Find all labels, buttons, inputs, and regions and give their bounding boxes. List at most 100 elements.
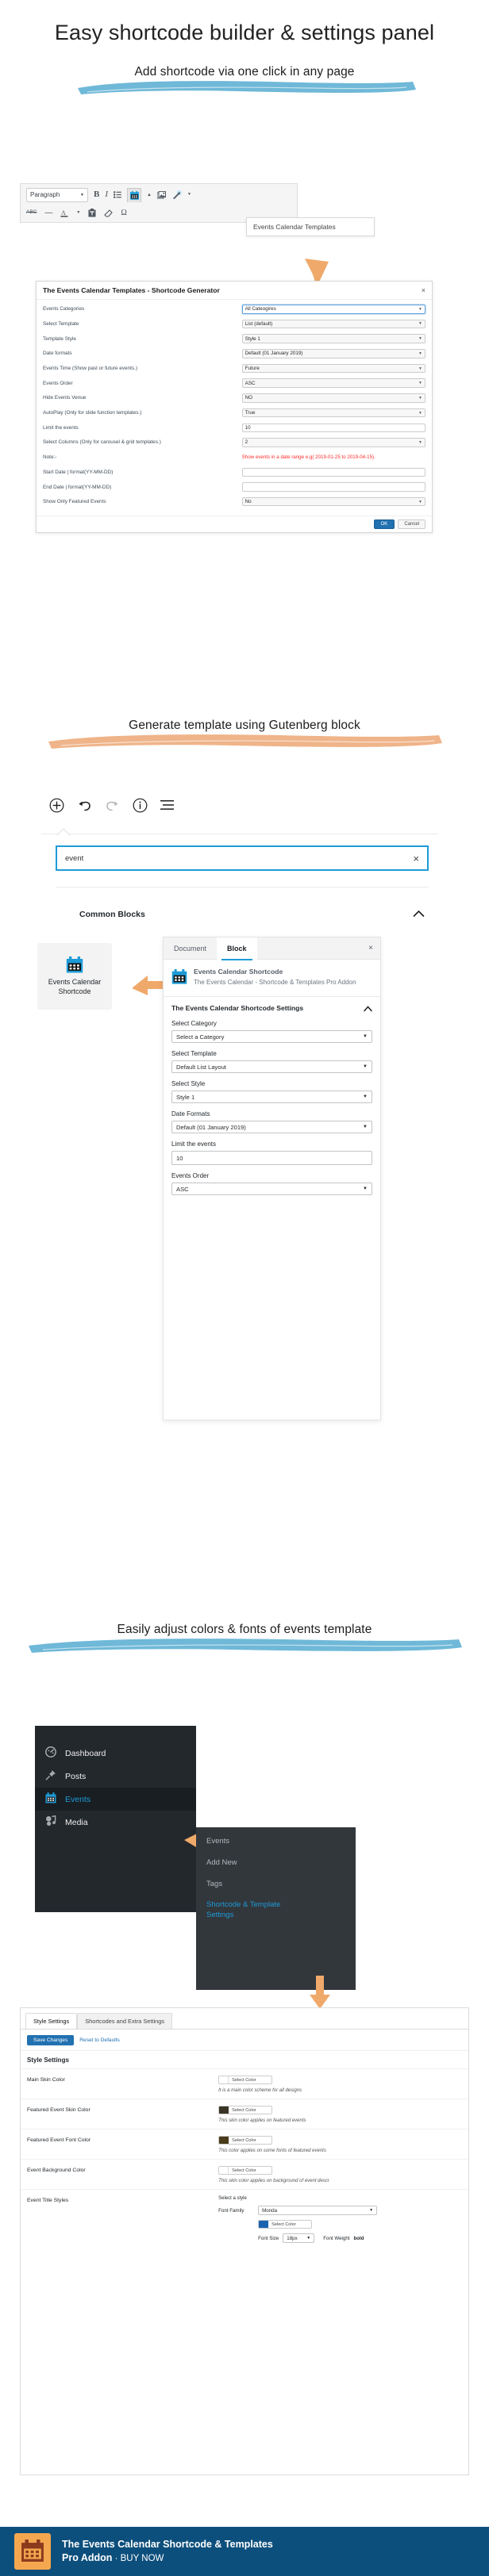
events-time-select[interactable]: Future ▼: [241, 363, 425, 374]
select-columns-select[interactable]: 2 ▼: [241, 438, 425, 447]
note-text: Show events in a date range e.g( 2019-01…: [241, 454, 375, 461]
footer-bar: The Events Calendar Shortcode & Template…: [0, 2527, 489, 2576]
close-icon[interactable]: ×: [413, 853, 419, 864]
block-navigation-icon[interactable]: [160, 799, 175, 815]
redo-icon: [105, 798, 120, 817]
field-limit-events: Limit the events 10: [164, 1140, 380, 1172]
autoplay-select[interactable]: True ▼: [241, 408, 425, 418]
shortcode-settings-header[interactable]: The Events Calendar Shortcode Settings: [164, 997, 380, 1021]
featured-event-skin-color-picker[interactable]: Select Color: [218, 2106, 273, 2114]
wand-dropdown-icon[interactable]: ▼: [187, 193, 191, 197]
events-order-select[interactable]: ASC ▼: [171, 1183, 372, 1196]
event-title-color-picker[interactable]: Select Color: [258, 2220, 313, 2229]
strikethrough-icon[interactable]: ABC: [26, 210, 37, 216]
start-date-input[interactable]: [241, 467, 425, 477]
close-icon[interactable]: ×: [368, 944, 373, 953]
show-featured-events-select[interactable]: No ▼: [241, 496, 425, 507]
select-style-select[interactable]: Style 1 ▼: [171, 1091, 372, 1104]
events-order-select[interactable]: ASC ▼: [241, 378, 425, 388]
italic-icon[interactable]: I: [105, 190, 108, 199]
cancel-button[interactable]: Cancel: [398, 519, 425, 529]
menu-item-dashboard[interactable]: Dashboard: [35, 1742, 196, 1765]
field-label: Date Formats: [171, 1110, 210, 1118]
tab-block[interactable]: Block: [217, 937, 257, 960]
date-formats-select[interactable]: Default (01 January 2019) ▼: [171, 1121, 372, 1134]
calendar-dropdown-icon[interactable]: ▲: [147, 193, 152, 197]
block-search-input[interactable]: event ×: [56, 845, 429, 871]
field-row: Select Template List (default) ▼: [43, 318, 425, 331]
add-block-icon[interactable]: [49, 798, 64, 817]
font-size-select[interactable]: 18px ▼: [283, 2233, 315, 2243]
field-label: Hide Events Venue: [43, 395, 87, 401]
chevron-down-icon: ▼: [418, 336, 422, 342]
chevron-down-icon: ▼: [418, 439, 422, 445]
svg-text:A: A: [61, 209, 66, 217]
font-family-select[interactable]: Monda ▼: [258, 2206, 378, 2215]
featured-event-font-color-picker[interactable]: Select Color: [218, 2136, 273, 2145]
events-calendar-templates-button[interactable]: [127, 187, 142, 202]
tab-document[interactable]: Document: [164, 937, 217, 960]
section-banner-1-text: Add shortcode via one click in any page: [134, 64, 355, 79]
paragraph-format-select[interactable]: Paragraph ▼: [26, 187, 88, 202]
chevron-down-icon: ▼: [418, 499, 422, 504]
chevron-up-icon[interactable]: [364, 1005, 372, 1015]
bullet-list-icon[interactable]: [114, 191, 121, 198]
eraser-icon[interactable]: [104, 209, 114, 217]
special-character-icon[interactable]: Ω: [121, 209, 126, 217]
calendar-icon: [45, 1792, 56, 1806]
dashboard-icon: [45, 1746, 56, 1760]
chevron-up-icon[interactable]: [413, 907, 425, 922]
tab-shortcodes-extra-settings[interactable]: Shortcodes and Extra Settings: [77, 2013, 173, 2029]
hide-events-venue-select[interactable]: NO ▼: [241, 393, 425, 403]
block-settings-sidebar: Document Block × Events Calendar Shortco…: [163, 937, 381, 1420]
submenu-item-shortcode-template-settings[interactable]: Shortcode & Template Settings: [196, 1895, 291, 1926]
select-template-select[interactable]: List (default) ▼: [241, 319, 425, 329]
ok-button[interactable]: OK: [373, 519, 395, 529]
main-skin-color-picker[interactable]: Select Color: [218, 2076, 273, 2084]
reset-to-defaults-button[interactable]: Reset to Defaults: [78, 2035, 121, 2045]
footer-buy-now-link[interactable]: · BUY NOW: [112, 2554, 164, 2563]
field-row: Hide Events Venue NO ▼: [43, 392, 425, 404]
select-template-select[interactable]: Default List Layout ▼: [171, 1060, 372, 1074]
menu-item-events[interactable]: Events: [35, 1788, 196, 1811]
event-background-color-picker[interactable]: Select Color: [218, 2166, 273, 2175]
shortcode-settings-title: The Events Calendar Shortcode Settings: [171, 1003, 304, 1012]
brush-stroke-1: [78, 80, 416, 94]
submenu-item-add-new[interactable]: Add New: [196, 1853, 356, 1874]
template-style-select[interactable]: Style 1 ▼: [241, 334, 425, 343]
save-changes-button[interactable]: Save Changes: [27, 2035, 75, 2045]
media-icon[interactable]: [156, 190, 167, 199]
submenu-item-tags[interactable]: Tags: [196, 1874, 356, 1896]
end-date-input[interactable]: [241, 482, 425, 492]
bold-icon[interactable]: B: [94, 190, 99, 199]
paste-icon[interactable]: [88, 209, 96, 217]
limit-events-input[interactable]: 10: [171, 1151, 372, 1166]
menu-item-posts[interactable]: Posts: [35, 1765, 196, 1788]
text-color-icon[interactable]: A: [60, 209, 68, 217]
setting-label: Event Background Color: [27, 2168, 86, 2173]
block-info: Events Calendar Shortcode The Events Cal…: [164, 960, 380, 997]
chevron-down-icon: ▼: [363, 1094, 368, 1100]
menu-item-media[interactable]: Media: [35, 1811, 196, 1834]
field-label: Start Date | format(YY-MM-DD): [43, 469, 114, 475]
color-picker-label: Select Color: [232, 2137, 256, 2143]
limit-the-events-input[interactable]: 10: [241, 423, 425, 432]
field-label: Select Style: [171, 1080, 206, 1088]
select-category-select[interactable]: Select a Category ▼: [171, 1030, 372, 1044]
block-info-description: The Events Calendar - Shortcode & Templa…: [194, 979, 356, 986]
chevron-down-icon: ▼: [418, 381, 422, 386]
events-categories-select[interactable]: All Cateogires ▼: [241, 305, 425, 314]
events-calendar-shortcode-block-tile[interactable]: Events Calendar Shortcode: [37, 943, 112, 1010]
horizontal-rule-icon[interactable]: —: [44, 209, 52, 217]
color-swatch: [259, 2221, 269, 2228]
submenu-item-events[interactable]: Events: [196, 1827, 356, 1853]
close-icon[interactable]: ×: [422, 286, 425, 294]
tab-style-settings[interactable]: Style Settings: [25, 2013, 78, 2029]
text-color-dropdown-icon[interactable]: ▼: [76, 211, 80, 215]
undo-icon[interactable]: [77, 798, 92, 817]
calendar-icon: [21, 2540, 44, 2562]
date-formats-select[interactable]: Default (01 January 2019) ▼: [241, 349, 425, 358]
color-picker-label: Select Color: [232, 2077, 256, 2083]
wand-icon[interactable]: [172, 190, 182, 199]
info-icon[interactable]: [133, 798, 148, 817]
